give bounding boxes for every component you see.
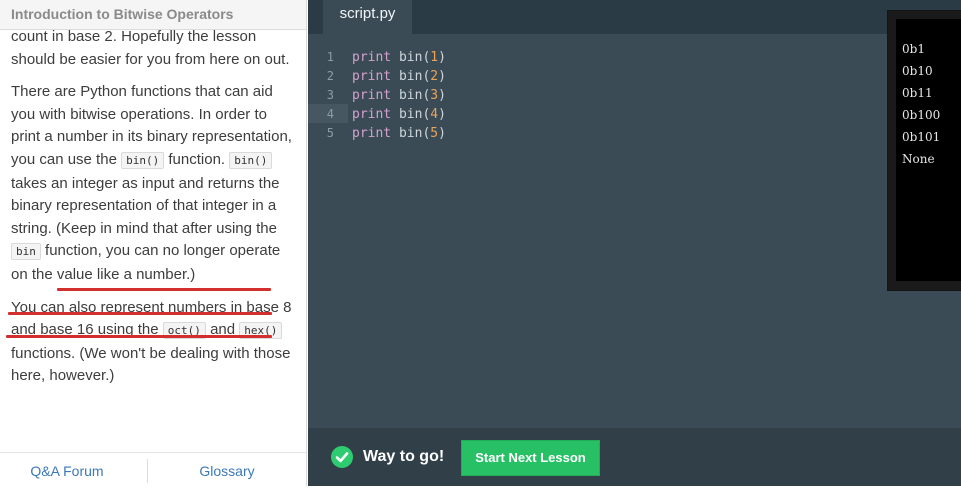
annotation-underline — [8, 312, 272, 315]
output-line: None — [902, 152, 935, 166]
success-bar: Way to go! Start Next Lesson — [308, 428, 961, 486]
code-fn: bin( — [391, 107, 431, 122]
code-number: 1 — [430, 50, 439, 65]
line-number: 1 — [326, 50, 334, 64]
lesson-paragraph-3: You can also represent numbers in base 8… — [11, 297, 293, 388]
inline-code-bin: bin — [11, 243, 41, 261]
code-number: 2 — [430, 69, 439, 84]
line-number-gutter: 1 2 3 4 5 — [320, 48, 334, 143]
code-fn: bin( — [391, 88, 431, 103]
lesson-panel: Introduction to Bitwise Operators count … — [0, 0, 307, 486]
code-line[interactable]: print bin(5) — [352, 124, 446, 143]
code-line[interactable]: print bin(1) — [352, 48, 446, 67]
code-number: 4 — [430, 107, 439, 122]
inline-code-bin: bin() — [229, 151, 273, 169]
code-line[interactable]: print bin(3) — [352, 86, 446, 105]
success-message: Way to go! — [363, 448, 445, 465]
lesson-text: takes an integer as input and returns th… — [11, 174, 280, 237]
console-output: 0b1 0b10 0b11 0b100 0b101 None — [902, 38, 940, 170]
lesson-text: count in base 2. Hopefully the lesson sh… — [11, 28, 290, 68]
code-paren: ) — [438, 126, 446, 141]
editor-tab-strip: script.py — [308, 0, 961, 34]
keyword-print: print — [352, 69, 392, 84]
output-line: 0b11 — [902, 86, 933, 100]
code-fn: bin( — [391, 126, 431, 141]
annotation-underline — [57, 288, 271, 291]
start-next-lesson-button[interactable]: Start Next Lesson — [461, 440, 600, 476]
inline-code-bin: bin() — [121, 151, 165, 169]
keyword-print: print — [352, 126, 392, 141]
code-line[interactable]: print bin(4) — [352, 105, 446, 124]
code-paren: ) — [438, 50, 446, 65]
output-console[interactable]: 0b1 0b10 0b11 0b100 0b101 None — [887, 10, 961, 291]
code-fn: bin( — [391, 50, 431, 65]
code-line[interactable]: print bin(2) — [352, 67, 446, 86]
lesson-text: functions. (We won't be dealing with tho… — [11, 344, 291, 385]
code-number: 5 — [430, 126, 439, 141]
code-area[interactable]: print bin(1) print bin(2) print bin(3) p… — [352, 48, 446, 143]
code-paren: ) — [438, 88, 446, 103]
lesson-paragraph-2: There are Python functions that can aid … — [11, 81, 293, 286]
lesson-text: function, you can no longer operate on t… — [11, 242, 281, 283]
lesson-text: function. — [164, 150, 230, 168]
code-fn: bin( — [391, 69, 431, 84]
glossary-link[interactable]: Glossary — [148, 453, 306, 486]
code-paren: ) — [438, 107, 446, 122]
output-line: 0b1 — [902, 42, 925, 56]
keyword-print: print — [352, 88, 392, 103]
lesson-footer: Q&A Forum Glossary — [0, 452, 306, 486]
code-editor[interactable]: script.py 1 2 3 4 5 print bin(1) print b… — [308, 0, 961, 486]
keyword-print: print — [352, 50, 392, 65]
keyword-print: print — [352, 107, 392, 122]
code-paren: ) — [438, 69, 446, 84]
line-number: 4 — [326, 107, 334, 121]
output-line: 0b10 — [902, 64, 933, 78]
lesson-body[interactable]: count in base 2. Hopefully the lesson sh… — [11, 26, 293, 452]
line-number: 5 — [326, 126, 334, 140]
qa-forum-link[interactable]: Q&A Forum — [0, 453, 134, 486]
output-line: 0b100 — [902, 108, 941, 122]
code-number: 3 — [430, 88, 439, 103]
check-icon — [331, 446, 353, 468]
line-number: 3 — [326, 88, 334, 102]
lesson-paragraph-1: count in base 2. Hopefully the lesson sh… — [11, 26, 293, 71]
output-line: 0b101 — [902, 130, 941, 144]
tab-script-py[interactable]: script.py — [323, 0, 412, 34]
annotation-underline — [6, 335, 272, 338]
line-number: 2 — [326, 69, 334, 83]
